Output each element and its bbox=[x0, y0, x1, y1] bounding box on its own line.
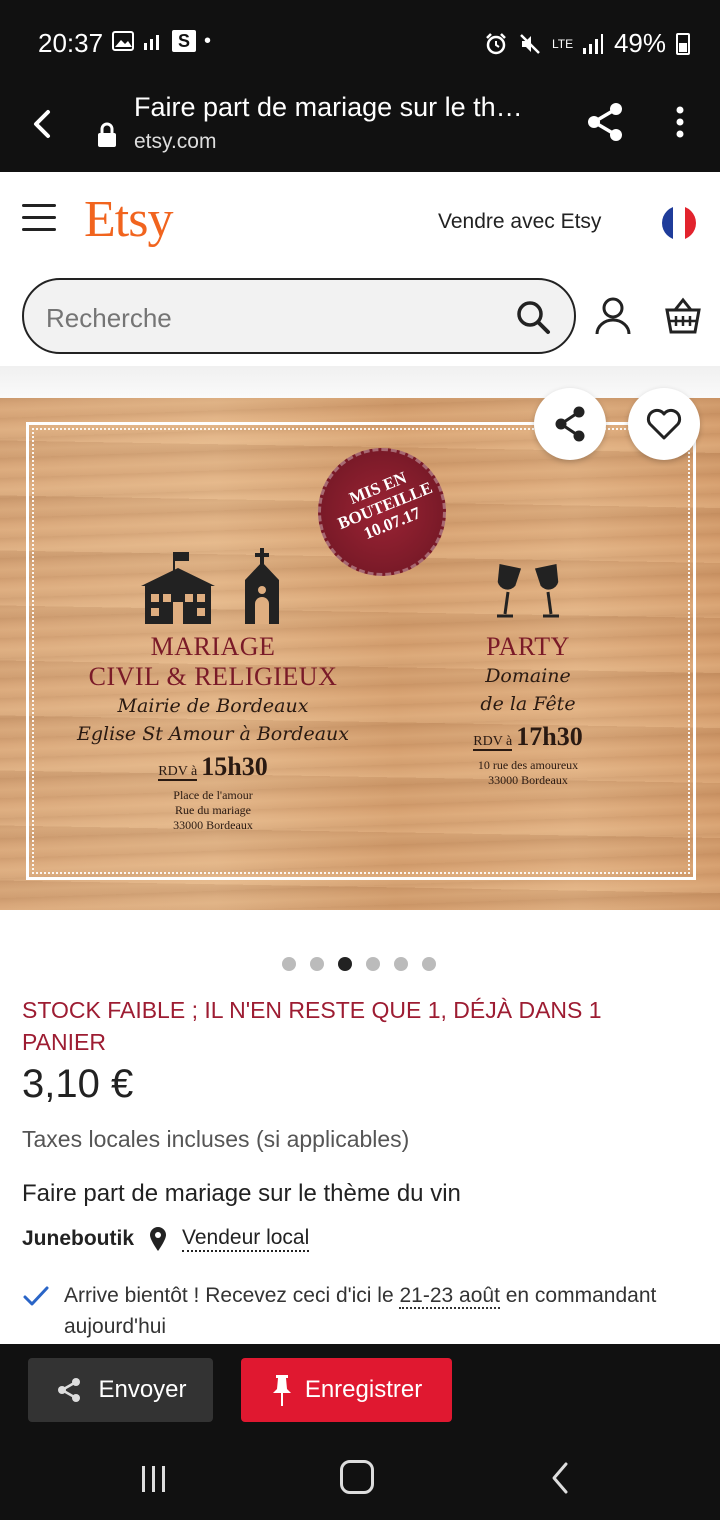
ceremony-subtitle: CIVIL & RELIGIEUX bbox=[88, 662, 338, 691]
product-title: Faire part de mariage sur le thème du vi… bbox=[22, 1180, 461, 1207]
gallery-icon bbox=[112, 31, 134, 51]
ceremony-time: RDV à 15h30 bbox=[60, 752, 366, 782]
lock-icon[interactable] bbox=[96, 122, 118, 148]
product-image[interactable]: MIS EN BOUTEILLE 10.07.17 MARIAGE CIVIL … bbox=[0, 398, 720, 910]
carousel-dot[interactable] bbox=[282, 957, 296, 971]
sell-link[interactable]: Vendre avec Etsy bbox=[438, 210, 601, 234]
ceremony-address: Place de l'amour Rue du mariage 33000 Bo… bbox=[60, 788, 366, 833]
notification-dot: • bbox=[204, 30, 212, 52]
listing-share-button[interactable] bbox=[534, 388, 606, 460]
carousel-dots bbox=[282, 957, 436, 971]
delivery-date[interactable]: 21-23 août bbox=[399, 1284, 500, 1309]
party-address: 10 rue des amoureux 33000 Bordeaux bbox=[440, 758, 616, 788]
save-button[interactable]: Enregistrer bbox=[241, 1358, 452, 1422]
alarm-icon bbox=[486, 32, 506, 54]
share-icon bbox=[555, 406, 585, 442]
party-rdv-label: RDV à bbox=[473, 734, 513, 751]
stock-notice: STOCK FAIBLE ; IL N'EN RESTE QUE 1, DÉJÀ… bbox=[22, 997, 602, 1055]
mute-icon bbox=[520, 33, 540, 54]
carousel-dot[interactable] bbox=[422, 957, 436, 971]
system-nav-bar bbox=[0, 1438, 720, 1520]
party-time: RDV à 17h30 bbox=[440, 722, 616, 752]
carousel-dot[interactable] bbox=[366, 957, 380, 971]
shop-name[interactable]: Juneboutik bbox=[22, 1227, 134, 1251]
party-address-line-1: 10 rue des amoureux bbox=[477, 758, 579, 772]
search-bar[interactable] bbox=[22, 278, 576, 354]
party-rdv-time: 17h30 bbox=[516, 722, 583, 751]
url-domain[interactable]: etsy.com bbox=[134, 130, 216, 154]
account-icon[interactable] bbox=[594, 296, 632, 336]
local-seller-link[interactable]: Vendeur local bbox=[182, 1226, 310, 1252]
back-arrow-icon[interactable] bbox=[26, 104, 58, 144]
cart-icon[interactable] bbox=[664, 296, 702, 336]
wine-glasses-graphic bbox=[440, 558, 616, 620]
signal-strength-icon bbox=[582, 33, 603, 54]
price: 3,10 € bbox=[22, 1062, 134, 1106]
bottom-action-bar: Envoyer Enregistrer bbox=[0, 1344, 720, 1438]
church-icon bbox=[245, 548, 279, 624]
battery-icon bbox=[676, 32, 690, 55]
save-label: Enregistrer bbox=[304, 1376, 423, 1403]
status-notification-icons: S • bbox=[112, 30, 224, 52]
battery-percent: 49% bbox=[613, 28, 666, 58]
france-flag-icon[interactable] bbox=[662, 206, 696, 240]
tax-note: Taxes locales incluses (si applicables) bbox=[22, 1126, 410, 1152]
delivery-estimate: Arrive bientôt ! Recevez ceci d'ici le 2… bbox=[22, 1280, 682, 1342]
send-button[interactable]: Envoyer bbox=[28, 1358, 213, 1422]
menu-icon[interactable] bbox=[22, 204, 56, 232]
ceremony-address-line-3: 33000 Bordeaux bbox=[173, 818, 253, 832]
favorite-button[interactable] bbox=[628, 388, 700, 460]
wine-glasses-icon bbox=[497, 563, 559, 618]
delivery-text-before: Arrive bientôt ! Recevez ceci d'ici le bbox=[64, 1284, 400, 1307]
status-system-icons: LTE 49% bbox=[484, 28, 690, 59]
shop-row: Juneboutik Vendeur local bbox=[22, 1226, 310, 1252]
more-options-icon[interactable] bbox=[668, 100, 692, 144]
party-place-2: de la Fête bbox=[480, 693, 576, 715]
recent-apps-icon[interactable] bbox=[142, 1466, 170, 1492]
stamp-text: MIS EN BOUTEILLE 10.07.17 bbox=[335, 467, 435, 544]
ceremony-place-1: Mairie de Bordeaux bbox=[117, 695, 309, 717]
party-title: PARTY bbox=[486, 632, 570, 661]
etsy-logo[interactable]: Etsy bbox=[84, 190, 173, 249]
carousel-dot[interactable] bbox=[394, 957, 408, 971]
ceremony-rdv-label: RDV à bbox=[158, 764, 198, 781]
ceremony-section: MARIAGE CIVIL & RELIGIEUX Mairie de Bord… bbox=[60, 546, 366, 833]
ceremony-title: MARIAGE bbox=[150, 632, 276, 661]
town-hall-icon bbox=[141, 552, 215, 624]
back-icon[interactable] bbox=[546, 1460, 574, 1496]
location-pin-icon bbox=[150, 1227, 167, 1251]
check-icon bbox=[23, 1286, 49, 1306]
signal-data-icon bbox=[144, 35, 159, 50]
heart-icon bbox=[646, 408, 682, 440]
pin-icon bbox=[272, 1375, 291, 1406]
party-place-1: Domaine bbox=[485, 665, 571, 687]
ceremony-address-line-2: Rue du mariage bbox=[175, 803, 251, 817]
header-divider bbox=[0, 366, 720, 398]
status-time: 20:37 bbox=[38, 28, 104, 58]
page-title[interactable]: Faire part de mariage sur le th… bbox=[134, 92, 523, 123]
share-icon[interactable] bbox=[584, 100, 628, 144]
home-icon[interactable] bbox=[340, 1460, 374, 1494]
share-icon bbox=[58, 1378, 81, 1402]
buildings-graphic bbox=[60, 546, 366, 624]
party-address-line-2: 33000 Bordeaux bbox=[488, 773, 568, 787]
status-bar: 20:37 S • LTE 49% bbox=[0, 0, 720, 84]
site-header: Etsy Vendre avec Etsy bbox=[0, 172, 720, 366]
carousel-dot[interactable] bbox=[310, 957, 324, 971]
carousel-dot-active[interactable] bbox=[338, 957, 352, 971]
ceremony-address-line-1: Place de l'amour bbox=[173, 788, 253, 802]
s-app-icon: S bbox=[172, 30, 196, 52]
ceremony-place-2: Eglise St Amour à Bordeaux bbox=[77, 723, 349, 745]
network-type: LTE bbox=[551, 36, 574, 51]
search-icon[interactable] bbox=[514, 298, 552, 336]
delivery-text: Arrive bientôt ! Recevez ceci d'ici le 2… bbox=[64, 1280, 682, 1342]
send-label: Envoyer bbox=[98, 1376, 187, 1403]
browser-toolbar: Faire part de mariage sur le th… etsy.co… bbox=[0, 84, 720, 172]
ceremony-rdv-time: 15h30 bbox=[201, 752, 268, 781]
party-section: PARTY Domaine de la Fête RDV à 17h30 10 … bbox=[440, 558, 616, 788]
search-input[interactable] bbox=[46, 302, 506, 334]
